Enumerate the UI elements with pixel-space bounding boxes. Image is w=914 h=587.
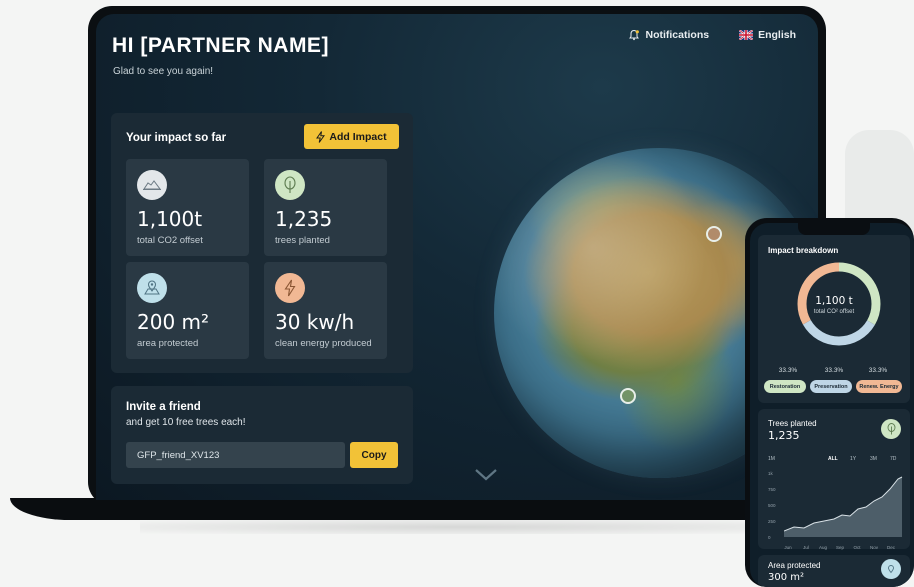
laptop-shadow [140, 520, 780, 534]
copy-button[interactable]: Copy [350, 442, 398, 468]
trees-area-chart [784, 476, 903, 537]
phone-notch [798, 223, 870, 235]
add-impact-label: Add Impact [329, 130, 387, 143]
language-selector[interactable]: English [739, 29, 796, 41]
map-pin-icon [137, 273, 167, 303]
area-card-title: Area protected [768, 561, 821, 570]
bell-icon [629, 29, 640, 41]
invite-subtitle: and get 10 free trees each! [126, 417, 246, 428]
stat-label: clean energy produced [275, 338, 372, 349]
stat-card-area: 200 m² area protected [126, 262, 249, 359]
dashboard-screen: HI [PARTNER NAME] Glad to see you again!… [96, 14, 818, 500]
trees-planted-card: Trees planted 1,235 1M ALL 1Y 3M 7D 1k 7… [758, 409, 910, 550]
impact-panel-title: Your impact so far [126, 132, 227, 144]
y-tick-label: 750 [768, 487, 776, 492]
range-tab-7d[interactable]: 7D [890, 456, 896, 462]
stat-label: total CO2 offset [137, 235, 203, 246]
legend-preservation: Preservation [810, 380, 852, 393]
impact-breakdown-card: Impact breakdown 1,100 t total CO² offse… [758, 235, 910, 403]
phone-screen: Impact breakdown 1,100 t total CO² offse… [750, 223, 914, 587]
trees-card-title: Trees planted [768, 419, 817, 428]
notifications-link[interactable]: Notifications [628, 29, 709, 41]
top-navigation: Notifications English [628, 29, 796, 41]
area-protected-card: Area protected 300 m² [758, 555, 910, 587]
impact-panel: Your impact so far Add Impact 1,100t tot… [111, 113, 413, 373]
area-card-value: 300 m² [768, 572, 805, 583]
x-tick-label: Oct [853, 545, 861, 550]
stat-card-energy: 30 kw/h clean energy produced [264, 262, 387, 359]
x-tick-label: Jun [784, 545, 792, 550]
invite-title: Invite a friend [126, 401, 201, 413]
project-marker[interactable] [620, 388, 636, 404]
x-tick-label: Nov [869, 545, 878, 550]
lightning-icon [316, 130, 326, 143]
stat-card-trees: 1,235 trees planted [264, 159, 387, 256]
segment-percent: 33.3% [824, 367, 844, 374]
stat-value: 30 kw/h [275, 310, 355, 334]
trees-card-value: 1,235 [768, 429, 800, 442]
phone-mockup: Impact breakdown 1,100 t total CO² offse… [745, 218, 914, 587]
stat-value: 1,235 [275, 207, 333, 231]
notifications-label: Notifications [645, 29, 710, 41]
stat-label: trees planted [275, 235, 330, 246]
stat-value: 200 m² [137, 310, 210, 334]
uk-flag-icon [739, 30, 754, 40]
y-tick-label: 1k [768, 471, 773, 476]
legend-restoration: Restoration [764, 380, 806, 393]
stat-label: area protected [137, 338, 199, 349]
cloud-icon [137, 170, 167, 200]
language-label: English [758, 29, 796, 41]
segment-percent: 33.3% [868, 367, 888, 374]
y-tick-label: 250 [768, 519, 776, 524]
page-subtitle: Glad to see you again! [113, 66, 214, 77]
x-tick-label: Jul [803, 545, 809, 550]
stat-value: 1,100t [137, 207, 203, 231]
y-tick-label: 500 [768, 503, 776, 508]
tree-icon [881, 419, 901, 439]
project-marker[interactable] [706, 226, 722, 242]
range-tab-all[interactable]: ALL [828, 456, 838, 462]
lightning-icon [275, 273, 305, 303]
invite-panel: Invite a friend and get 10 free trees ea… [111, 386, 413, 484]
x-tick-label: Aug [818, 545, 827, 550]
range-tab-1m[interactable]: 1M [768, 456, 775, 462]
donut-center-label: total CO² offset [813, 309, 855, 315]
referral-code-field[interactable] [126, 442, 345, 468]
tree-icon [275, 170, 305, 200]
segment-percent: 33.3% [778, 367, 798, 374]
range-tab-1y[interactable]: 1Y [850, 456, 856, 462]
donut-center-value: 1,100 t [815, 295, 853, 307]
page-title: HI [PARTNER NAME] [112, 34, 329, 57]
x-tick-label: Dec [886, 545, 895, 550]
map-pin-icon [881, 559, 901, 579]
breakdown-title: Impact breakdown [768, 246, 839, 255]
x-tick-label: Sep [835, 545, 844, 550]
y-tick-label: 0 [768, 535, 771, 540]
range-tab-3m[interactable]: 3M [870, 456, 877, 462]
stat-card-co2: 1,100t total CO2 offset [126, 159, 249, 256]
chevron-down-icon[interactable] [474, 468, 498, 482]
add-impact-button[interactable]: Add Impact [304, 124, 399, 149]
legend-renew-energy: Renew. Energy [856, 380, 902, 393]
